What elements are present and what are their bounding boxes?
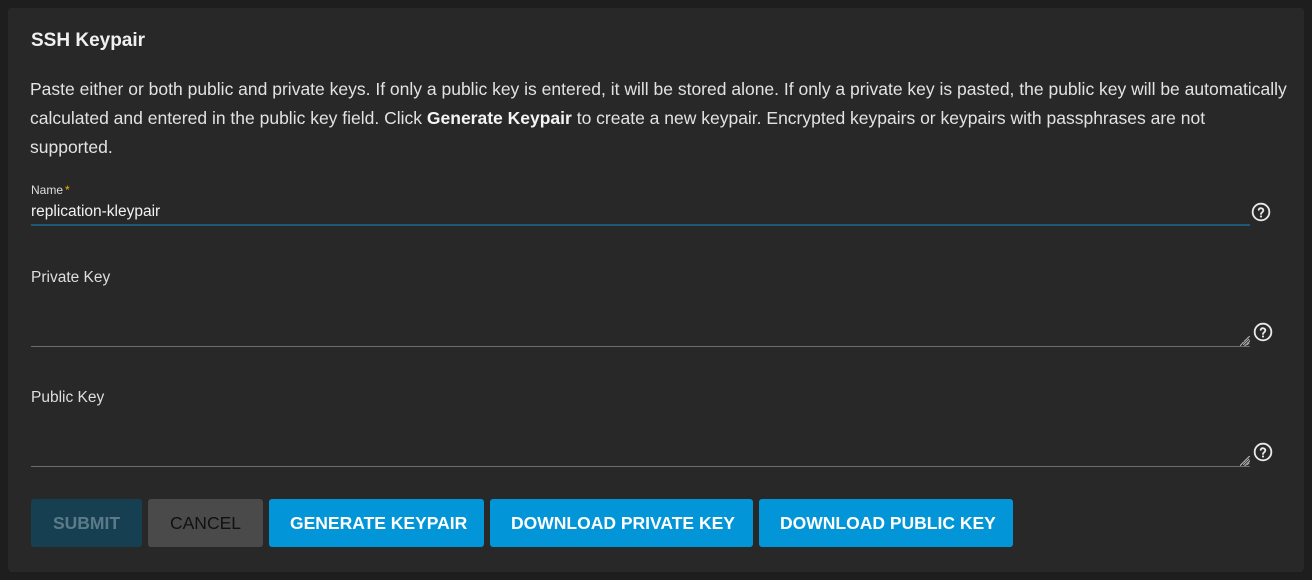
form-actions: Submit Cancel Generate Keypair Download … (31, 499, 1013, 547)
submit-button[interactable]: Submit (31, 499, 142, 547)
download-private-key-button[interactable]: Download Private Key (490, 499, 753, 547)
download-public-key-button[interactable]: Download Public Key (759, 499, 1013, 547)
public-key-help-icon[interactable] (1253, 442, 1273, 462)
private-key-label: Private Key (31, 269, 111, 286)
card-description: Paste either or both public and private … (30, 75, 1292, 162)
name-label-text: Name (31, 183, 64, 197)
name-help-icon[interactable] (1251, 202, 1271, 222)
name-label: Name * (31, 183, 70, 197)
public-key-field: Public Key (31, 389, 1250, 469)
private-key-field: Private Key (31, 269, 1250, 349)
description-bold-generate-keypair: Generate Keypair (426, 108, 572, 128)
public-key-label: Public Key (31, 389, 105, 406)
private-key-help-icon[interactable] (1253, 322, 1273, 342)
required-marker: * (65, 183, 70, 197)
card-title: SSH Keypair (31, 30, 146, 51)
name-field: Name * (31, 180, 1250, 230)
ssh-keypair-card: SSH Keypair Paste either or both public … (8, 8, 1304, 572)
private-key-textarea[interactable] (31, 307, 1250, 347)
public-key-textarea[interactable] (31, 427, 1250, 467)
generate-keypair-button[interactable]: Generate Keypair (269, 499, 484, 547)
name-input[interactable] (31, 200, 1250, 226)
cancel-button[interactable]: Cancel (148, 499, 263, 547)
